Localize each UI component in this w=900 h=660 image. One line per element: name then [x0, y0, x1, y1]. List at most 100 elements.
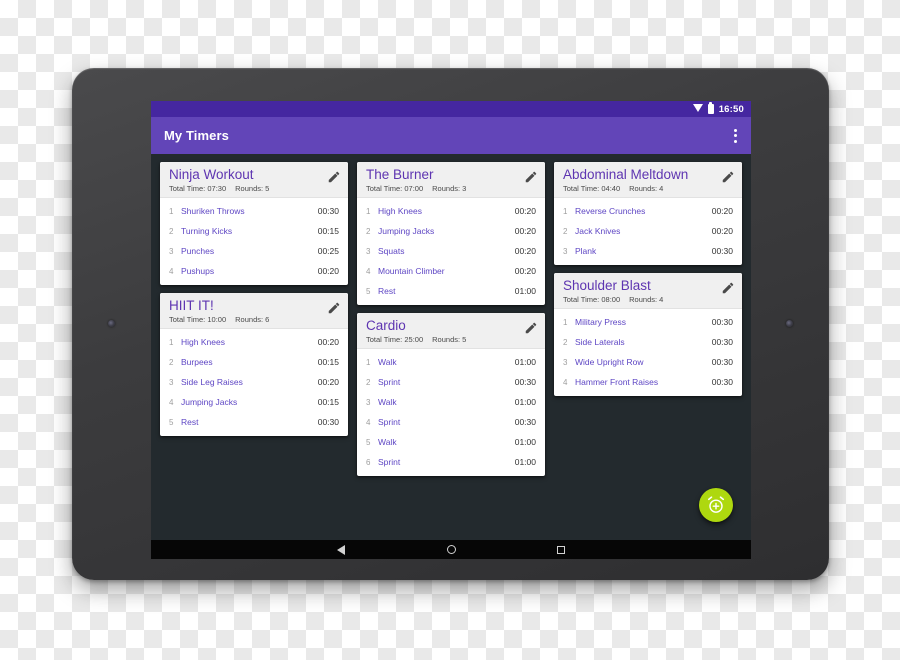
- system-navigation-bar: [151, 540, 751, 559]
- exercise-duration: 00:20: [514, 206, 536, 216]
- timer-meta: Total Time: 08:00 Rounds: 4: [563, 295, 734, 304]
- exercise-row[interactable]: 4 Mountain Climber 00:20: [357, 261, 545, 281]
- exercise-list: 1 High Knees 00:20 2 Jumping Jacks 00:20 3 Squa…: [357, 198, 545, 305]
- exercise-row[interactable]: 5 Walk 01:00: [357, 432, 545, 452]
- front-camera-icon: [108, 320, 115, 327]
- card-column: Abdominal Meltdown Total Time: 04:40 Round…: [554, 162, 742, 396]
- exercise-row[interactable]: 3 Wide Upright Row 00:30: [554, 352, 742, 372]
- edit-timer-button[interactable]: [327, 170, 341, 184]
- exercise-row[interactable]: 2 Jack Knives 00:20: [554, 221, 742, 241]
- exercise-name: Jumping Jacks: [378, 226, 435, 236]
- card-column: Ninja Workout Total Time: 07:30 Rounds: 5 1…: [160, 162, 348, 436]
- timer-card-header: Shoulder Blast Total Time: 08:00 Rounds: 4: [554, 273, 742, 309]
- exercise-index: 4: [169, 266, 174, 276]
- home-icon: [446, 545, 456, 554]
- overflow-menu-icon[interactable]: [730, 123, 741, 149]
- exercise-index: 2: [169, 226, 174, 236]
- exercise-name: Squats: [378, 246, 405, 256]
- exercise-duration: 01:00: [514, 357, 536, 367]
- exercise-duration: 01:00: [514, 397, 536, 407]
- nav-back-button[interactable]: [330, 540, 352, 559]
- exercise-row[interactable]: 2 Jumping Jacks 00:20: [357, 221, 545, 241]
- edit-timer-button[interactable]: [524, 170, 538, 184]
- exercise-row[interactable]: 5 Rest 01:00: [357, 281, 545, 301]
- exercise-index: 2: [563, 226, 568, 236]
- exercise-duration: 00:20: [317, 377, 339, 387]
- add-timer-fab[interactable]: [699, 488, 733, 522]
- exercise-index: 6: [366, 457, 371, 467]
- timer-meta: Total Time: 04:40 Rounds: 4: [563, 184, 734, 193]
- timer-meta: Total Time: 25:00 Rounds: 5: [366, 335, 537, 344]
- battery-icon: [707, 102, 714, 114]
- edit-pencil-icon: [525, 322, 537, 334]
- edit-timer-button[interactable]: [721, 281, 735, 295]
- exercise-row[interactable]: 4 Hammer Front Raises 00:30: [554, 372, 742, 392]
- timer-card[interactable]: The Burner Total Time: 07:00 Rounds: 3 1 Hig…: [357, 162, 545, 305]
- exercise-row[interactable]: 3 Squats 00:20: [357, 241, 545, 261]
- exercise-row[interactable]: 3 Side Leg Raises 00:20: [160, 372, 348, 392]
- timer-card[interactable]: Cardio Total Time: 25:00 Rounds: 5 1 Walk 01:…: [357, 313, 545, 476]
- exercise-index: 4: [169, 397, 174, 407]
- exercise-index: 1: [563, 317, 568, 327]
- exercise-duration: 00:30: [317, 206, 339, 216]
- exercise-index: 3: [169, 377, 174, 387]
- back-icon: [337, 544, 345, 555]
- timer-card-header: Ninja Workout Total Time: 07:30 Rounds: 5: [160, 162, 348, 198]
- timer-card[interactable]: Abdominal Meltdown Total Time: 04:40 Round…: [554, 162, 742, 265]
- exercise-index: 2: [366, 226, 371, 236]
- exercise-duration: 01:00: [514, 437, 536, 447]
- exercise-row[interactable]: 1 High Knees 00:20: [160, 332, 348, 352]
- exercise-name: Mountain Climber: [378, 266, 445, 276]
- exercise-list: 1 Walk 01:00 2 Sprint 00:30 3 Walk 01:00 4 Sprint 0…: [357, 349, 545, 476]
- exercise-row[interactable]: 1 Military Press 00:30: [554, 312, 742, 332]
- exercise-row[interactable]: 2 Burpees 00:15: [160, 352, 348, 372]
- total-time-label: Total Time:: [563, 184, 600, 193]
- edit-timer-button[interactable]: [327, 301, 341, 315]
- timer-card-header: HIIT IT! Total Time: 10:00 Rounds: 6: [160, 293, 348, 329]
- edit-pencil-icon: [328, 171, 340, 183]
- exercise-row[interactable]: 5 Rest 00:30: [160, 412, 348, 432]
- exercise-row[interactable]: 1 Reverse Crunches 00:20: [554, 201, 742, 221]
- nav-home-button[interactable]: [440, 540, 462, 559]
- exercise-row[interactable]: 2 Turning Kicks 00:15: [160, 221, 348, 241]
- exercise-duration: 00:15: [317, 226, 339, 236]
- timer-card[interactable]: HIIT IT! Total Time: 10:00 Rounds: 6 1 High …: [160, 293, 348, 436]
- exercise-duration: 00:30: [317, 417, 339, 427]
- timer-card[interactable]: Shoulder Blast Total Time: 08:00 Rounds: 4…: [554, 273, 742, 396]
- total-time-label: Total Time:: [366, 335, 403, 344]
- timer-title: HIIT IT!: [169, 298, 214, 313]
- exercise-list: 1 Shuriken Throws 00:30 2 Turning Kicks 00:15…: [160, 198, 348, 285]
- exercise-duration: 00:30: [711, 357, 733, 367]
- wifi-icon: [692, 104, 703, 112]
- exercise-name: Plank: [575, 246, 597, 256]
- exercise-row[interactable]: 3 Walk 01:00: [357, 392, 545, 412]
- exercise-name: Walk: [378, 437, 397, 447]
- exercise-index: 5: [366, 437, 371, 447]
- exercise-name: Rest: [181, 417, 199, 427]
- exercise-name: Pushups: [181, 266, 215, 276]
- nav-recents-button[interactable]: [550, 540, 572, 559]
- exercise-duration: 00:15: [317, 397, 339, 407]
- timer-title: Shoulder Blast: [563, 278, 651, 293]
- exercise-name: Rest: [378, 286, 396, 296]
- exercise-row[interactable]: 6 Sprint 01:00: [357, 452, 545, 472]
- edit-timer-button[interactable]: [721, 170, 735, 184]
- timer-card[interactable]: Ninja Workout Total Time: 07:30 Rounds: 5 1…: [160, 162, 348, 285]
- rounds-label: Rounds:: [629, 184, 658, 193]
- exercise-name: Jumping Jacks: [181, 397, 238, 407]
- exercise-row[interactable]: 1 Walk 01:00: [357, 352, 545, 372]
- exercise-row[interactable]: 1 High Knees 00:20: [357, 201, 545, 221]
- exercise-name: Jack Knives: [575, 226, 621, 236]
- exercise-duration: 00:20: [514, 266, 536, 276]
- edit-timer-button[interactable]: [524, 321, 538, 335]
- exercise-index: 2: [563, 337, 568, 347]
- exercise-row[interactable]: 4 Pushups 00:20: [160, 261, 348, 281]
- exercise-row[interactable]: 3 Plank 00:30: [554, 241, 742, 261]
- exercise-row[interactable]: 4 Sprint 00:30: [357, 412, 545, 432]
- exercise-row[interactable]: 2 Sprint 00:30: [357, 372, 545, 392]
- exercise-row[interactable]: 1 Shuriken Throws 00:30: [160, 201, 348, 221]
- rounds-value: 6: [265, 315, 270, 324]
- exercise-row[interactable]: 3 Punches 00:25: [160, 241, 348, 261]
- exercise-row[interactable]: 2 Side Laterals 00:30: [554, 332, 742, 352]
- exercise-row[interactable]: 4 Jumping Jacks 00:15: [160, 392, 348, 412]
